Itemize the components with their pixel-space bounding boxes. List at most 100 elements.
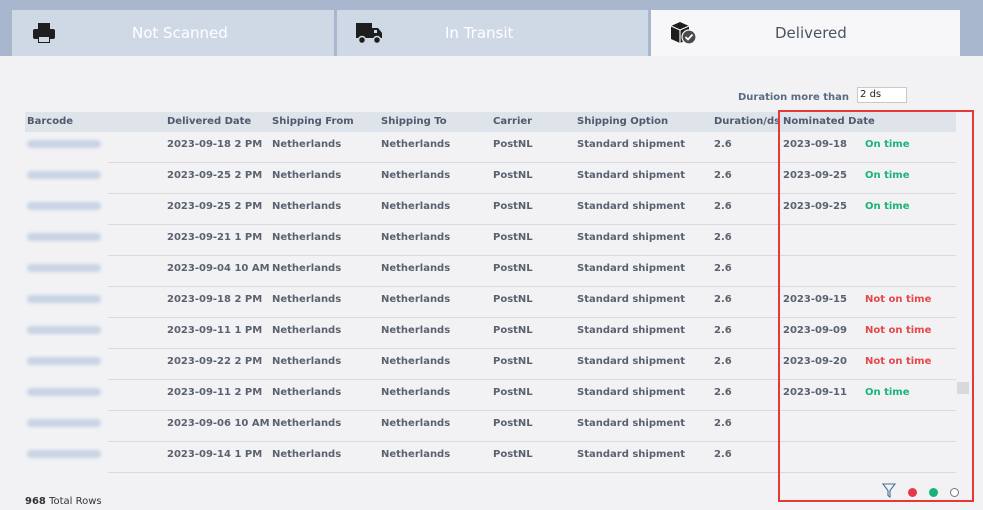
delivered-date-cell: 2023-09-25 2 PM: [167, 170, 263, 181]
shipping-from-cell: Netherlands: [272, 139, 342, 150]
duration-cell: 2.6: [714, 263, 732, 274]
carrier-cell: PostNL: [493, 387, 533, 398]
duration-cell: 2.6: [714, 449, 732, 460]
duration-cell: 2.6: [714, 294, 732, 305]
duration-cell: 2.6: [714, 325, 732, 336]
scrollbar-thumb[interactable]: [957, 382, 969, 394]
no-date-dot[interactable]: [950, 488, 959, 497]
carrier-cell: PostNL: [493, 263, 533, 274]
delivered-date-cell: 2023-09-25 2 PM: [167, 201, 263, 212]
carrier-cell: PostNL: [493, 139, 533, 150]
carrier-cell: PostNL: [493, 356, 533, 367]
delivered-date-cell: 2023-09-21 1 PM: [167, 232, 263, 243]
duration-cell: 2.6: [714, 232, 732, 243]
tab-not-scanned[interactable]: Not Scanned: [12, 10, 334, 56]
carrier-cell: PostNL: [493, 294, 533, 305]
column-header-shipping-from[interactable]: Shipping From: [272, 116, 354, 127]
duration-filter: Duration more than: [738, 86, 908, 103]
carrier-cell: PostNL: [493, 170, 533, 181]
filter-icon[interactable]: [881, 483, 897, 502]
duration-cell: 2.6: [714, 201, 732, 212]
shipping-option-cell: Standard shipment: [577, 201, 686, 212]
tab-label: In Transit: [445, 24, 514, 42]
delivered-date-cell: 2023-09-04 10 AM: [167, 263, 270, 274]
shipping-to-cell: Netherlands: [381, 263, 451, 274]
duration-input[interactable]: [857, 86, 908, 103]
barcode-cell: [27, 295, 101, 303]
delivered-box-icon: [665, 18, 701, 48]
shipping-from-cell: Netherlands: [272, 294, 342, 305]
shipping-from-cell: Netherlands: [272, 418, 342, 429]
shipping-option-cell: Standard shipment: [577, 294, 686, 305]
barcode-cell: [27, 264, 101, 272]
column-header-duration[interactable]: Duration/ds: [714, 116, 780, 127]
delivered-date-cell: 2023-09-18 2 PM: [167, 139, 263, 150]
duration-cell: 2.6: [714, 139, 732, 150]
tab-delivered[interactable]: Delivered: [651, 10, 960, 56]
nominated-date-highlight: [778, 110, 974, 502]
column-header-delivered-date[interactable]: Delivered Date: [167, 116, 251, 127]
shipping-from-cell: Netherlands: [272, 325, 342, 336]
carrier-cell: PostNL: [493, 325, 533, 336]
shipping-option-cell: Standard shipment: [577, 263, 686, 274]
carrier-cell: PostNL: [493, 449, 533, 460]
truck-icon: [351, 18, 387, 48]
delivered-date-cell: 2023-09-06 10 AM: [167, 418, 270, 429]
delivered-date-cell: 2023-09-11 1 PM: [167, 325, 263, 336]
total-rows-count: 968: [25, 496, 46, 507]
column-header-barcode[interactable]: Barcode: [27, 116, 73, 127]
barcode-cell: [27, 140, 101, 148]
column-header-shipping-to[interactable]: Shipping To: [381, 116, 447, 127]
total-rows: 968 Total Rows: [25, 496, 102, 507]
delivered-date-cell: 2023-09-11 2 PM: [167, 387, 263, 398]
shipping-to-cell: Netherlands: [381, 356, 451, 367]
total-rows-label: Total Rows: [49, 496, 102, 507]
carrier-cell: PostNL: [493, 201, 533, 212]
on-time-dot[interactable]: [929, 488, 938, 497]
shipping-from-cell: Netherlands: [272, 232, 342, 243]
barcode-cell: [27, 357, 101, 365]
barcode-cell: [27, 202, 101, 210]
shipping-to-cell: Netherlands: [381, 170, 451, 181]
duration-cell: 2.6: [714, 418, 732, 429]
shipping-to-cell: Netherlands: [381, 449, 451, 460]
status-legend: [881, 483, 959, 502]
delivered-date-cell: 2023-09-18 2 PM: [167, 294, 263, 305]
barcode-cell: [27, 326, 101, 334]
shipping-option-cell: Standard shipment: [577, 387, 686, 398]
barcode-cell: [27, 419, 101, 427]
shipping-option-cell: Standard shipment: [577, 325, 686, 336]
shipping-option-cell: Standard shipment: [577, 449, 686, 460]
barcode-cell: [27, 388, 101, 396]
shipping-to-cell: Netherlands: [381, 232, 451, 243]
delivered-date-cell: 2023-09-22 2 PM: [167, 356, 263, 367]
delivered-date-cell: 2023-09-14 1 PM: [167, 449, 263, 460]
shipping-to-cell: Netherlands: [381, 294, 451, 305]
column-header-carrier[interactable]: Carrier: [493, 116, 532, 127]
printer-icon: [26, 18, 62, 48]
duration-cell: 2.6: [714, 356, 732, 367]
shipping-from-cell: Netherlands: [272, 170, 342, 181]
shipping-from-cell: Netherlands: [272, 356, 342, 367]
barcode-cell: [27, 171, 101, 179]
not-on-time-dot[interactable]: [908, 488, 917, 497]
shipping-option-cell: Standard shipment: [577, 170, 686, 181]
shipping-to-cell: Netherlands: [381, 139, 451, 150]
duration-cell: 2.6: [714, 387, 732, 398]
shipping-option-cell: Standard shipment: [577, 232, 686, 243]
carrier-cell: PostNL: [493, 232, 533, 243]
tab-label: Not Scanned: [132, 24, 228, 42]
tab-in-transit[interactable]: In Transit: [337, 10, 648, 56]
shipping-to-cell: Netherlands: [381, 201, 451, 212]
tab-label: Delivered: [775, 24, 847, 42]
shipping-from-cell: Netherlands: [272, 201, 342, 212]
column-header-shipping-option[interactable]: Shipping Option: [577, 116, 668, 127]
shipping-option-cell: Standard shipment: [577, 139, 686, 150]
shipping-option-cell: Standard shipment: [577, 356, 686, 367]
shipping-to-cell: Netherlands: [381, 387, 451, 398]
duration-cell: 2.6: [714, 170, 732, 181]
shipping-option-cell: Standard shipment: [577, 418, 686, 429]
shipping-to-cell: Netherlands: [381, 418, 451, 429]
barcode-cell: [27, 450, 101, 458]
carrier-cell: PostNL: [493, 418, 533, 429]
